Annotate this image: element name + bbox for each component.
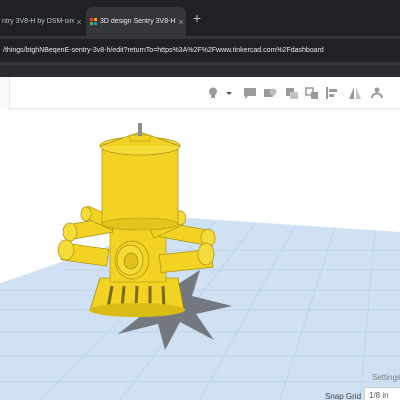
tab-label: ntry 3V8-H by DSM-sirens [2, 18, 74, 25]
align-icon[interactable] [325, 86, 339, 100]
new-tab-button[interactable]: + [190, 11, 204, 25]
mirror-icon[interactable] [348, 86, 362, 100]
siren-motor [99, 123, 181, 231]
url-text: /things/btghNBeqenE-sentry-3v8-h/edit?re… [3, 47, 324, 54]
editor-toolbar [0, 77, 400, 109]
visibility-icon[interactable] [263, 86, 277, 100]
comment-icon[interactable] [243, 86, 257, 100]
dropdown-caret-icon[interactable] [225, 86, 233, 100]
address-bar[interactable]: /things/btghNBeqenE-sentry-3v8-h/edit?re… [0, 39, 400, 62]
browser-tab-strip: ntry 3V8-H by DSM-sirens × 3D design Sen… [0, 0, 400, 36]
3d-viewport[interactable]: Settings Snap Grid 1/8 in [0, 110, 400, 400]
tab-tinkercad-design[interactable]: 3D design Sentry 3V8-H - Tin × [86, 7, 186, 36]
3d-scene [0, 123, 400, 400]
tab-thingiverse[interactable]: ntry 3V8-H by DSM-sirens × [0, 7, 84, 36]
lightbulb-icon[interactable] [206, 86, 220, 100]
tab-label: 3D design Sentry 3V8-H - Tin [100, 18, 176, 25]
close-icon[interactable]: × [74, 17, 84, 27]
browser-toolbar: /things/btghNBeqenE-sentry-3v8-h/edit?re… [0, 36, 400, 65]
bookmarks-strip [0, 65, 400, 77]
tinkercad-editor: Settings Snap Grid 1/8 in [0, 77, 400, 400]
tinkercad-favicon-icon [90, 18, 97, 25]
settings-link[interactable]: Settings [372, 373, 400, 382]
snap-grid-label: Snap Grid [325, 392, 362, 400]
snap-grid-select[interactable]: 1/8 in [364, 387, 400, 400]
left-panel-edge [0, 77, 10, 109]
siren-base [89, 277, 185, 317]
ungroup-icon[interactable] [305, 86, 319, 100]
close-icon[interactable]: × [176, 17, 186, 27]
group-icon[interactable] [285, 86, 299, 100]
cruise-icon[interactable] [370, 86, 384, 100]
